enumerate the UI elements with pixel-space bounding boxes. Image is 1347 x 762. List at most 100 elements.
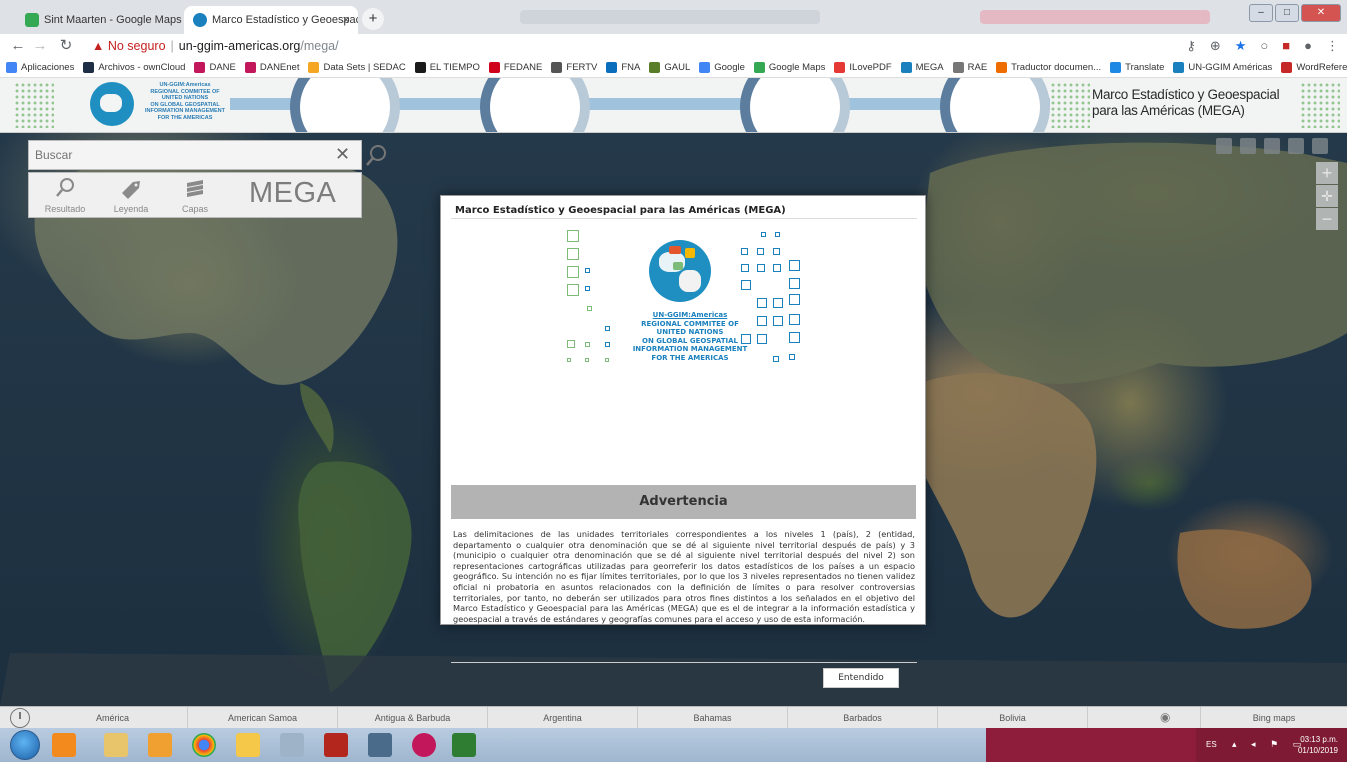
extension-red-icon[interactable]: ■ <box>1282 36 1290 56</box>
maximize-button[interactable]: □ <box>1275 4 1299 22</box>
logo-text-line: UNITED NATIONS <box>656 328 724 337</box>
globe-ring-graphic <box>940 78 1050 132</box>
new-tab-button[interactable]: + <box>362 8 384 30</box>
globe-ring-graphic <box>480 78 590 132</box>
bookmark-item[interactable]: DANEnet <box>244 62 299 73</box>
bookmark-item[interactable]: ILovePDF <box>834 62 892 73</box>
key-icon[interactable]: ⚷ <box>1186 36 1196 56</box>
search-icon[interactable] <box>363 143 389 169</box>
country-tab[interactable]: Antigua & Barbuda <box>338 707 488 729</box>
security-label: No seguro <box>107 39 166 53</box>
start-button[interactable] <box>10 730 40 760</box>
bookmark-item[interactable]: FNA <box>606 62 640 73</box>
bookmark-item[interactable]: FERTV <box>551 62 597 73</box>
outlook-app-icon[interactable] <box>52 733 76 757</box>
bookmark-item[interactable]: Google Maps <box>753 62 826 73</box>
bookmark-icon <box>244 62 256 73</box>
dane-app-icon[interactable] <box>412 733 436 757</box>
history-clock-icon[interactable] <box>10 708 30 728</box>
close-window-button[interactable]: ✕ <box>1301 4 1341 22</box>
share-icon[interactable] <box>1264 138 1280 154</box>
folder-app-icon[interactable] <box>236 733 260 757</box>
explorer-app-icon[interactable] <box>104 733 128 757</box>
tab-mega[interactable]: Marco Estadístico y Geoespacial × <box>184 6 358 34</box>
resultado-button[interactable]: Resultado <box>35 177 95 214</box>
divider <box>451 662 917 663</box>
zoom-in-button[interactable]: + <box>1316 162 1338 184</box>
bookmark-item[interactable]: GAUL <box>649 62 690 73</box>
country-tab[interactable]: Bahamas <box>638 707 788 729</box>
country-tab[interactable]: Bolivia <box>938 707 1088 729</box>
entendido-button[interactable]: Entendido <box>823 668 899 688</box>
org-name: UN-GGIM:Americas REGIONAL COMMITEE OF UNIT… <box>140 82 230 121</box>
bookmark-item[interactable]: Archivos - ownCloud <box>83 62 185 73</box>
back-icon[interactable]: ← <box>8 36 28 56</box>
tab-google-maps[interactable]: Sint Maarten - Google Maps × <box>16 6 200 34</box>
clear-search-icon[interactable]: ✕ <box>335 144 350 165</box>
search-input[interactable] <box>29 141 309 169</box>
visibility-eye-icon[interactable]: ◉ <box>1160 710 1170 724</box>
tab-close-icon[interactable]: × <box>342 6 350 34</box>
chrome-app-icon[interactable] <box>192 733 216 757</box>
filezilla-app-icon[interactable] <box>324 733 348 757</box>
logo-square <box>741 280 751 290</box>
zoom-icon[interactable]: ⊕ <box>1210 36 1221 56</box>
menu-icon[interactable]: ⋮ <box>1326 36 1339 56</box>
extension-icon[interactable]: ○ <box>1260 36 1268 56</box>
disclaimer-dialog: Marco Estadístico y Geoespacial para las… <box>440 195 926 688</box>
print-icon[interactable] <box>1288 138 1304 154</box>
bookmark-item[interactable]: Google <box>699 62 745 73</box>
help-icon[interactable] <box>1312 138 1328 154</box>
basemap-selector[interactable]: Bing maps <box>1200 707 1347 729</box>
pan-button[interactable]: ✛ <box>1316 185 1338 207</box>
bookmark-item[interactable]: Translate <box>1110 62 1164 73</box>
disclaimer-text: Las delimitaciones de las unidades terri… <box>453 529 915 624</box>
zoom-out-button[interactable]: − <box>1316 208 1338 230</box>
clock[interactable]: 03:13 p.m. 01/10/2019 <box>1292 734 1338 756</box>
bookmark-item[interactable]: Aplicaciones <box>6 62 74 73</box>
logo-square <box>789 314 800 325</box>
window-app-icon[interactable] <box>368 733 392 757</box>
country-tab[interactable]: América <box>38 707 188 729</box>
bookmark-item[interactable]: Traductor documen... <box>996 62 1101 73</box>
reload-icon[interactable]: ↻ <box>56 36 76 56</box>
country-tab[interactable]: American Samoa <box>188 707 338 729</box>
star-icon[interactable]: ★ <box>1235 36 1247 56</box>
bookmark-item[interactable]: MEGA <box>900 62 944 73</box>
logo-square <box>761 232 766 237</box>
language-indicator[interactable]: ES <box>1206 740 1217 749</box>
excel-app-icon[interactable] <box>452 733 476 757</box>
zoom-controls: + ✛ − <box>1316 162 1342 231</box>
profile-icon[interactable]: ● <box>1304 36 1312 56</box>
capas-button[interactable]: Capas <box>165 177 225 214</box>
bookmark-item[interactable]: Data Sets | SEDAC <box>308 62 406 73</box>
bookmark-item[interactable]: RAE <box>952 62 987 73</box>
calculator-app-icon[interactable] <box>280 733 304 757</box>
bookmark-item[interactable]: WordReference <box>1281 62 1347 73</box>
bookmark-item[interactable]: FEDANE <box>488 62 542 73</box>
book-icon[interactable] <box>1216 138 1232 154</box>
bookmark-label: Google Maps <box>768 62 826 73</box>
minimize-button[interactable]: – <box>1249 4 1273 22</box>
clock-time: 03:13 p.m. <box>1300 735 1338 744</box>
bookmark-icon <box>900 62 912 73</box>
country-tab[interactable]: Barbados <box>788 707 938 729</box>
outlook-2-app-icon[interactable] <box>148 733 172 757</box>
bookmark-item[interactable]: DANE <box>194 62 236 73</box>
download-icon[interactable] <box>1240 138 1256 154</box>
logo-square <box>773 356 779 362</box>
logo-square <box>567 340 575 348</box>
google-maps-favicon-icon <box>25 13 39 27</box>
tag-icon <box>122 181 140 199</box>
country-tab[interactable]: Argentina <box>488 707 638 729</box>
leyenda-button[interactable]: Leyenda <box>101 177 161 214</box>
bookmark-item[interactable]: UN-GGIM Américas <box>1173 62 1272 73</box>
headline-line: Marco Estadístico y Geoespacial <box>1092 87 1280 102</box>
forward-icon[interactable]: → <box>30 36 50 56</box>
bookmark-label: WordReference <box>1296 62 1347 73</box>
logo-square <box>587 306 592 311</box>
url-field[interactable]: ▲ No seguro | un-ggim-americas.org/mega/ <box>92 36 1202 56</box>
un-ggim-logo[interactable] <box>90 82 134 126</box>
bookmark-icon <box>6 62 17 73</box>
bookmark-item[interactable]: EL TIEMPO <box>414 62 480 73</box>
